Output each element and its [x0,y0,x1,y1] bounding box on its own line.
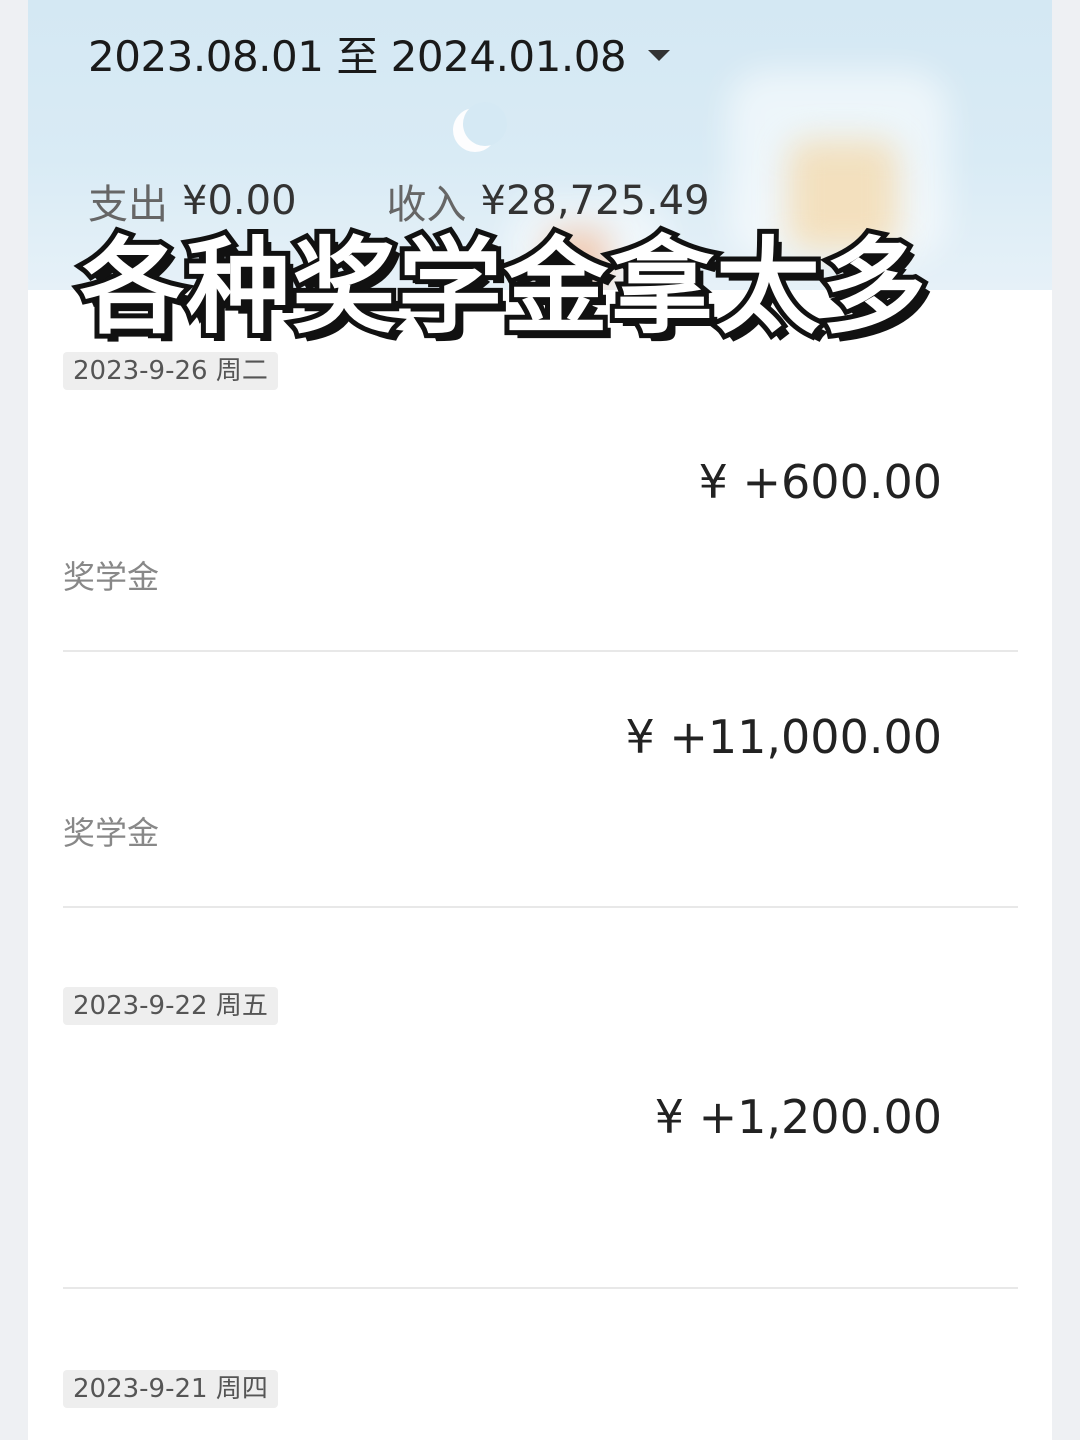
date-range-selector[interactable]: 2023.08.01 至 2024.01.08 [88,28,671,81]
transaction-category: 奖学金 [63,558,160,596]
expense-value: ¥0.00 [182,178,297,224]
income-value: ¥28,725.49 [480,178,710,224]
app-screen: 2023.08.01 至 2024.01.08 支出 ¥0.00 收入 ¥28,… [28,0,1052,1440]
divider [63,650,1018,652]
divider [63,1287,1018,1289]
date-header: 2023-9-22 周五 [63,987,278,1025]
date-range-text: 2023.08.01 至 2024.01.08 [88,31,627,81]
date-header: 2023-9-21 周四 [63,1370,278,1408]
transaction-amount: ¥ +11,000.00 [625,710,942,764]
date-header: 2023-9-26 周二 [63,352,278,390]
overlay-caption: 各种奖学金拿太多 [75,221,931,353]
chevron-down-icon [648,49,671,61]
transaction-amount: ¥ +1,200.00 [654,1090,942,1144]
transaction-category: 奖学金 [63,814,160,852]
transaction-amount: ¥ +600.00 [698,455,942,509]
moon-icon [453,102,507,152]
divider [63,906,1018,908]
